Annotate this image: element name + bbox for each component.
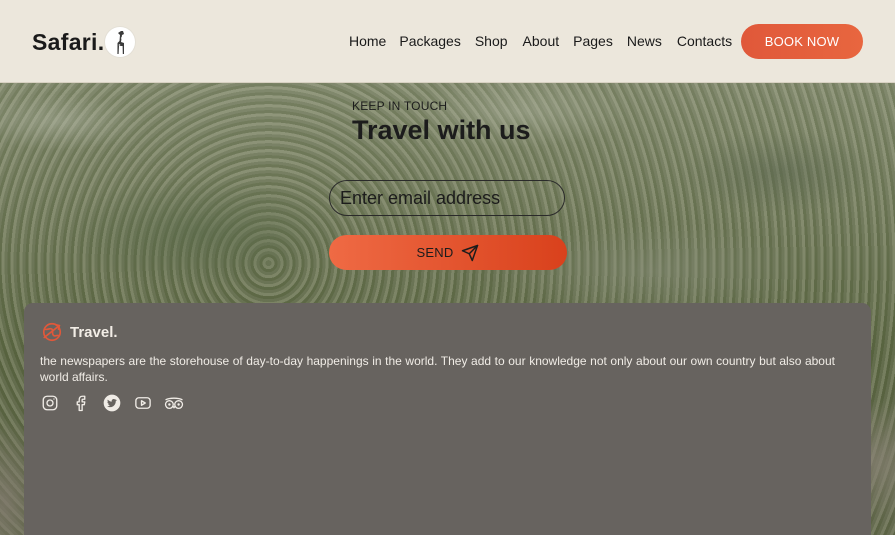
youtube-icon[interactable]	[133, 393, 153, 413]
footer-brand[interactable]: Travel.	[41, 321, 118, 343]
nav-pages[interactable]: Pages	[573, 33, 613, 49]
social-links	[40, 393, 195, 413]
nav-packages[interactable]: Packages	[399, 33, 460, 49]
nav-home[interactable]: Home	[349, 33, 386, 49]
email-input[interactable]	[329, 180, 565, 216]
nav-contacts[interactable]: Contacts	[677, 33, 732, 49]
nav-news[interactable]: News	[627, 33, 662, 49]
logo-text: Safari.	[32, 28, 105, 55]
nav-about[interactable]: About	[523, 33, 560, 49]
main-nav: Home Packages Shop About Pages News Cont…	[349, 33, 732, 49]
send-label: SEND	[416, 245, 454, 260]
footer-description: the newspapers are the storehouse of day…	[40, 354, 835, 384]
tripadvisor-icon[interactable]	[164, 393, 184, 413]
book-now-button[interactable]: BOOK NOW	[741, 24, 863, 59]
footer-card: Travel. the newspapers are the storehous…	[24, 303, 871, 535]
facebook-icon[interactable]	[71, 393, 91, 413]
send-button[interactable]: SEND	[329, 235, 567, 270]
globe-plane-icon	[42, 322, 62, 342]
twitter-icon[interactable]	[102, 393, 122, 413]
giraffe-icon	[105, 27, 136, 57]
instagram-icon[interactable]	[40, 393, 60, 413]
newsletter-heading: Travel with us	[352, 115, 531, 145]
footer-brand-name: Travel.	[70, 323, 118, 341]
site-logo[interactable]: Safari.	[32, 27, 136, 57]
nav-shop[interactable]: Shop	[475, 33, 508, 49]
send-icon	[462, 244, 479, 261]
site-header: Safari. Home Packages Shop About Pages N…	[0, 0, 895, 83]
newsletter-kicker: KEEP IN TOUCH	[352, 99, 448, 113]
page: Safari. Home Packages Shop About Pages N…	[0, 0, 895, 535]
